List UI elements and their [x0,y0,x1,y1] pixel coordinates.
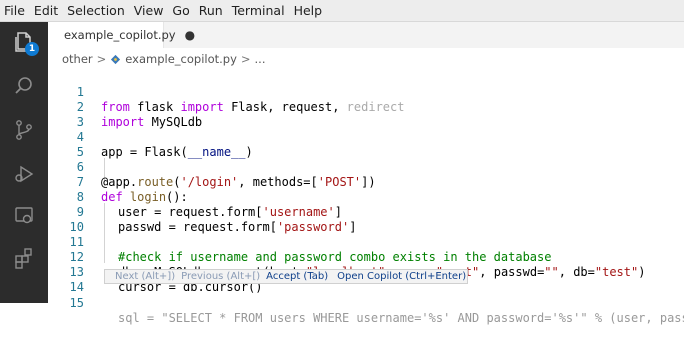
code-line: 1 from flask import Flask, request, redi… [48,70,684,114]
menu-help[interactable]: Help [294,3,323,18]
next-suggestion-button[interactable]: Next (Alt+]) [115,269,175,284]
notification-badge: 1 [25,42,39,56]
extensions-icon [15,248,32,269]
code-line: 2 import MySQLdb [48,85,684,129]
line-number: 15 [69,296,84,310]
breadcrumb-separator: > [240,52,251,66]
menu-edit[interactable]: Edit [34,3,58,18]
code-line: 5 [48,130,684,159]
breadcrumb-separator: > [96,52,107,66]
code-line: 4 app = Flask(__name__) [48,115,684,159]
menu-bar: File Edit Selection View Go Run Terminal… [0,0,684,22]
extensions-button[interactable] [8,242,40,274]
breadcrumb-trail[interactable]: ... [255,52,266,66]
code-line: 13 cursor = db.cursor() [48,250,684,294]
menu-go[interactable]: Go [172,3,189,18]
code-editor[interactable]: 1 from flask import Flask, request, redi… [48,68,684,325]
activity-bar: 1 [0,22,48,303]
menu-terminal[interactable]: Terminal [232,3,285,18]
source-control-button[interactable] [8,114,40,146]
source-control-icon [16,120,32,140]
python-file-icon [111,54,121,64]
tab-label: example_copilot.py [64,28,176,42]
open-copilot-button[interactable]: Open Copilot (Ctrl+Enter) [337,269,466,284]
code-line: 3 [48,100,684,129]
accept-suggestion-button[interactable]: Accept (Tab) [266,269,328,284]
unsaved-indicator[interactable]: ● [185,28,195,42]
remote-explorer-button[interactable] [8,200,40,232]
code-line: 7 def login(): [48,160,684,204]
code-line: 6 @app.route('/login', methods=['POST']) [48,145,684,189]
copilot-toolbar: Next (Alt+]) Previous (Alt+[) Accept (Ta… [104,269,468,284]
tab-bar: example_copilot.py ● [48,22,684,48]
menu-selection[interactable]: Selection [67,3,125,18]
breadcrumb-file[interactable]: example_copilot.py [125,52,237,66]
previous-suggestion-button[interactable]: Previous (Alt+[) [181,269,260,284]
tab-example-copilot[interactable]: example_copilot.py ● [48,22,195,48]
search-icon [15,77,32,94]
code-line: 8 user = request.form['username'] [48,175,684,219]
menu-view[interactable]: View [134,3,164,18]
remote-explorer-icon [15,207,33,224]
code-line: 10 [48,205,684,234]
menu-run[interactable]: Run [199,3,223,18]
run-debug-icon [15,165,34,183]
code-line: 12 db = MySQLdb.connect(host="localhost"… [48,235,684,279]
breadcrumb: other > example_copilot.py > ... [48,49,684,69]
code-line: 11 #check if username and password combo… [48,220,684,264]
search-button[interactable] [8,70,40,102]
run-debug-button[interactable] [8,158,40,190]
copilot-suggestion: sql = "SELECT * FROM users WHERE usernam… [118,311,684,325]
menu-file[interactable]: File [4,3,25,18]
code-line: 9 passwd = request.form['password'] [48,190,684,234]
breadcrumb-folder[interactable]: other [62,52,93,66]
explorer-button[interactable]: 1 [8,26,40,58]
